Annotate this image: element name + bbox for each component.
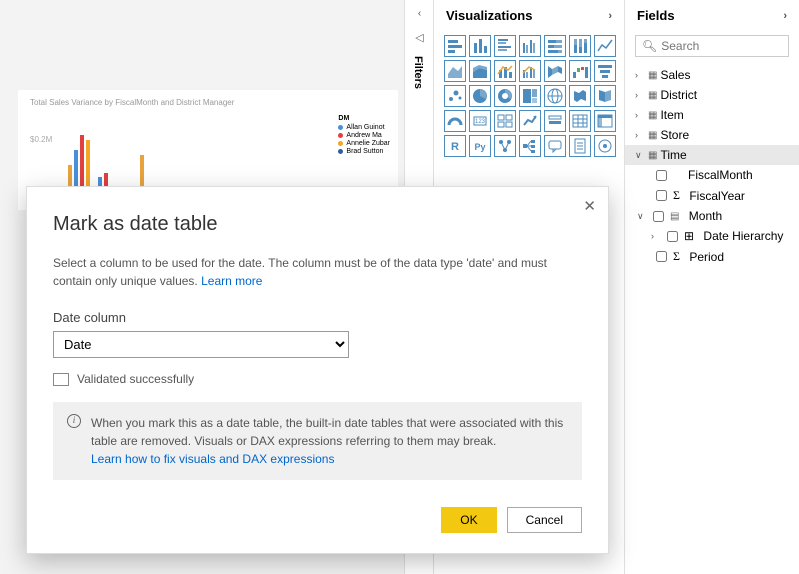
- info-icon: i: [67, 414, 81, 428]
- key-influencers-icon[interactable]: [494, 135, 516, 157]
- chevron-right-icon[interactable]: ›: [608, 10, 612, 22]
- search-icon: 🔍︎: [642, 39, 657, 53]
- mark-as-date-table-dialog: ✕ Mark as date table Select a column to …: [26, 186, 609, 554]
- cancel-button[interactable]: Cancel: [507, 507, 582, 533]
- stacked-area-icon[interactable]: [469, 60, 491, 82]
- sigma-icon: Σ: [673, 249, 680, 264]
- arcgis-map-icon[interactable]: [594, 135, 616, 157]
- table-icon[interactable]: [569, 110, 591, 132]
- table-item[interactable]: ›▦Item: [625, 105, 799, 125]
- viz-gallery: 123 R Py: [434, 31, 624, 161]
- date-column-select[interactable]: Date: [53, 331, 349, 358]
- paginated-report-icon[interactable]: [569, 135, 591, 157]
- shape-map-icon[interactable]: [594, 85, 616, 107]
- fields-pane: Fields › 🔍︎ ›▦Sales ›▦District ›▦Item ›▦…: [625, 0, 799, 574]
- validation-status: Validated successfully: [53, 372, 582, 386]
- chevron-right-icon[interactable]: ›: [635, 130, 645, 140]
- decomposition-tree-icon[interactable]: [519, 135, 541, 157]
- matrix-icon[interactable]: [594, 110, 616, 132]
- filter-icon: ◁: [406, 27, 433, 48]
- filters-label: Filters: [406, 48, 430, 97]
- line-column-icon[interactable]: [494, 60, 516, 82]
- gauge-icon[interactable]: [444, 110, 466, 132]
- table-sales[interactable]: ›▦Sales: [625, 65, 799, 85]
- chevron-right-icon[interactable]: ›: [783, 10, 787, 22]
- slicer-icon[interactable]: [544, 110, 566, 132]
- chevron-right-icon[interactable]: ›: [635, 90, 645, 100]
- svg-text:123: 123: [475, 119, 486, 125]
- area-chart-icon[interactable]: [444, 60, 466, 82]
- map-icon[interactable]: [544, 85, 566, 107]
- chevron-down-icon[interactable]: ∨: [635, 150, 645, 161]
- stacked-column-100-icon[interactable]: [569, 35, 591, 57]
- multi-card-icon[interactable]: [494, 110, 516, 132]
- ribbon-chart-icon[interactable]: [544, 60, 566, 82]
- dialog-buttons: OK Cancel: [441, 507, 582, 533]
- clustered-bar-icon[interactable]: [494, 35, 516, 57]
- chart-title: Total Sales Variance by FiscalMonth and …: [18, 90, 398, 115]
- qa-visual-icon[interactable]: [544, 135, 566, 157]
- chart-bars: [68, 125, 170, 195]
- card-icon[interactable]: 123: [469, 110, 491, 132]
- table-icon: ▦: [648, 70, 657, 81]
- table-store[interactable]: ›▦Store: [625, 125, 799, 145]
- learn-fix-link[interactable]: Learn how to fix visuals and DAX express…: [91, 452, 334, 466]
- y-axis-label: $0.2M: [30, 135, 52, 144]
- calendar-icon: ▤: [670, 211, 679, 222]
- funnel-icon[interactable]: [594, 60, 616, 82]
- close-button[interactable]: ✕: [583, 197, 596, 215]
- table-icon: ▦: [648, 130, 657, 141]
- field-fiscalmonth[interactable]: FiscalMonth: [625, 165, 799, 185]
- search-input[interactable]: 🔍︎: [635, 35, 789, 57]
- table-icon: ▦: [648, 150, 657, 161]
- svg-text:R: R: [451, 141, 459, 153]
- scatter-icon[interactable]: [444, 85, 466, 107]
- line-chart-icon[interactable]: [594, 35, 616, 57]
- learn-more-link[interactable]: Learn more: [201, 274, 262, 288]
- dialog-description: Select a column to be used for the date.…: [53, 254, 582, 290]
- fields-header: Fields ›: [625, 0, 799, 31]
- donut-icon[interactable]: [494, 85, 516, 107]
- python-visual-icon[interactable]: Py: [469, 135, 491, 157]
- dialog-title: Mark as date table: [53, 213, 582, 236]
- field-period[interactable]: Σ Period: [625, 246, 799, 267]
- stacked-bar-icon[interactable]: [444, 35, 466, 57]
- chevron-right-icon[interactable]: ›: [651, 231, 661, 241]
- field-date-hierarchy[interactable]: ›⊞ Date Hierarchy: [625, 226, 799, 246]
- field-fiscalyear[interactable]: Σ FiscalYear: [625, 185, 799, 206]
- hierarchy-icon: ⊞: [684, 229, 694, 243]
- viz-header: Visualizations ›: [434, 0, 624, 31]
- chevron-left-icon[interactable]: ‹: [406, 0, 433, 27]
- chevron-right-icon[interactable]: ›: [635, 110, 645, 120]
- chevron-down-icon[interactable]: ∨: [637, 211, 647, 222]
- chevron-right-icon[interactable]: ›: [635, 70, 645, 80]
- svg-text:Py: Py: [474, 142, 485, 152]
- r-visual-icon[interactable]: R: [444, 135, 466, 157]
- table-district[interactable]: ›▦District: [625, 85, 799, 105]
- kpi-icon[interactable]: [519, 110, 541, 132]
- waterfall-icon[interactable]: [569, 60, 591, 82]
- fields-tree: ›▦Sales ›▦District ›▦Item ›▦Store ∨▦Time…: [625, 65, 799, 267]
- pie-icon[interactable]: [469, 85, 491, 107]
- stacked-column-icon[interactable]: [469, 35, 491, 57]
- sigma-icon: Σ: [673, 188, 680, 203]
- table-icon: ▦: [648, 110, 657, 121]
- table-time[interactable]: ∨▦Time: [625, 145, 799, 165]
- info-message: i When you mark this as a date table, th…: [53, 402, 582, 480]
- line-clustered-column-icon[interactable]: [519, 60, 541, 82]
- table-icon: ▦: [648, 90, 657, 101]
- field-month[interactable]: ∨▤ Month: [625, 206, 799, 226]
- ok-button[interactable]: OK: [441, 507, 496, 533]
- stacked-bar-100-icon[interactable]: [544, 35, 566, 57]
- table-check-icon: [53, 373, 69, 386]
- filled-map-icon[interactable]: [569, 85, 591, 107]
- date-column-label: Date column: [53, 310, 582, 325]
- chart-legend: DM Allan Guinot Andrew Ma Annelie Zubar …: [338, 115, 390, 156]
- treemap-icon[interactable]: [519, 85, 541, 107]
- clustered-column-icon[interactable]: [519, 35, 541, 57]
